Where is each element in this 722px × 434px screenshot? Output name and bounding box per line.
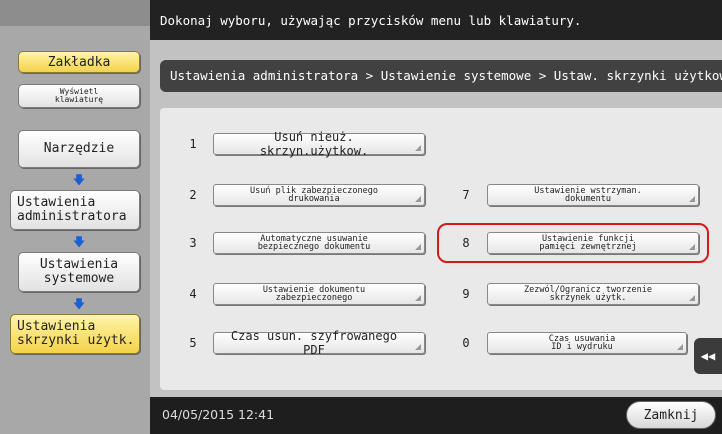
menu-item-4-button[interactable]: Ustawienie dokumentu zabezpieczonego (213, 283, 425, 305)
breadcrumb: Ustawienia administratora > Ustawienie s… (160, 60, 722, 92)
item-number-2: 2 (189, 188, 197, 202)
corner-mark-icon (415, 244, 421, 250)
item-number-3: 3 (189, 236, 197, 250)
path-tool-button[interactable]: Narzędzie (18, 130, 140, 168)
corner-mark-icon (689, 196, 695, 202)
item-number-7: 7 (462, 188, 470, 202)
side-panel-toggle-icon[interactable]: ◀◀ (694, 338, 722, 374)
menu-item-9-button[interactable]: Zezwól/Ogranicz tworzenie skrzynek użytk… (487, 283, 699, 305)
close-button[interactable]: Zamknij (626, 401, 716, 429)
path-admin-button[interactable]: Ustawienia administratora (10, 190, 140, 230)
corner-mark-icon (415, 145, 421, 151)
corner-mark-icon (689, 295, 695, 301)
path-system-button[interactable]: Ustawienia systemowe (18, 252, 140, 292)
down-arrow-icon: 🡇 (72, 173, 86, 187)
corner-mark-icon (415, 344, 421, 350)
bookmark-tab[interactable]: Zakładka (18, 51, 140, 73)
close-button-label: Zamknij (643, 407, 699, 423)
menu-item-3-label-2: bezpiecznego dokumentu (257, 242, 371, 252)
path-userbox-label-2: skrzynki użytk. (17, 333, 135, 348)
corner-mark-icon (415, 196, 421, 202)
instruction-bar: Dokonaj wyboru, używając przycisków menu… (150, 0, 722, 40)
menu-item-9-label-2: skrzynek użytk. (549, 293, 627, 303)
item-number-5: 5 (189, 336, 197, 350)
path-userbox-label-1: Ustawienia (17, 319, 96, 334)
item-number-4: 4 (189, 287, 197, 301)
bookmark-tab-label: Zakładka (47, 54, 111, 70)
menu-item-1-button[interactable]: Usuń nieuż. skrzyn.użytkow. (213, 130, 425, 158)
menu-item-1-label: Usuń nieuż. skrzyn.użytkow. (259, 130, 369, 158)
path-system-label-1: Ustawienia (39, 257, 119, 272)
down-arrow-icon: 🡇 (72, 235, 86, 249)
selection-highlight (437, 223, 709, 263)
menu-item-2-label-2: drukowania (288, 194, 340, 204)
item-number-9: 9 (462, 287, 470, 301)
corner-mark-icon (677, 344, 683, 350)
path-admin-label-1: Ustawienia (17, 195, 96, 210)
datetime-text: 04/05/2015 12:41 (162, 407, 275, 422)
menu-item-7-label-2: dokumentu (564, 194, 612, 204)
show-keyboard-button[interactable]: Wyświetl klawiaturę (18, 84, 140, 108)
menu-item-2-button[interactable]: Usuń plik zabezpieczonego drukowania (213, 184, 425, 206)
menu-item-0-label-2: ID i wydruku (551, 342, 613, 352)
down-arrow-icon: 🡇 (72, 297, 86, 311)
corner-mark-icon (415, 295, 421, 301)
breadcrumb-text: Ustawienia administratora > Ustawienie s… (170, 68, 722, 83)
item-number-1: 1 (189, 137, 197, 151)
menu-item-3-button[interactable]: Automatyczne usuwanie bezpiecznego dokum… (213, 232, 425, 254)
path-tool-label: Narzędzie (43, 141, 115, 156)
path-system-label-2: systemowe (43, 271, 115, 286)
instruction-text: Dokonaj wyboru, używając przycisków menu… (160, 13, 582, 28)
item-number-0: 0 (462, 336, 470, 350)
menu-item-0-button[interactable]: Czas usuwania ID i wydruku (487, 332, 687, 354)
path-admin-label-2: administratora (17, 209, 127, 224)
left-panel-top-stripe (0, 0, 150, 26)
menu-item-4-label-2: zabezpieczonego (275, 293, 353, 303)
show-keyboard-label-2: klawiaturę (54, 95, 104, 104)
menu-item-5-label: Czas usun. szyfrowanego PDF (230, 329, 398, 357)
menu-item-5-button[interactable]: Czas usun. szyfrowanego PDF (213, 329, 425, 357)
path-userbox-button[interactable]: Ustawienia skrzynki użytk. (10, 314, 140, 354)
menu-item-7-button[interactable]: Ustawienie wstrzyman. dokumentu (487, 184, 699, 206)
